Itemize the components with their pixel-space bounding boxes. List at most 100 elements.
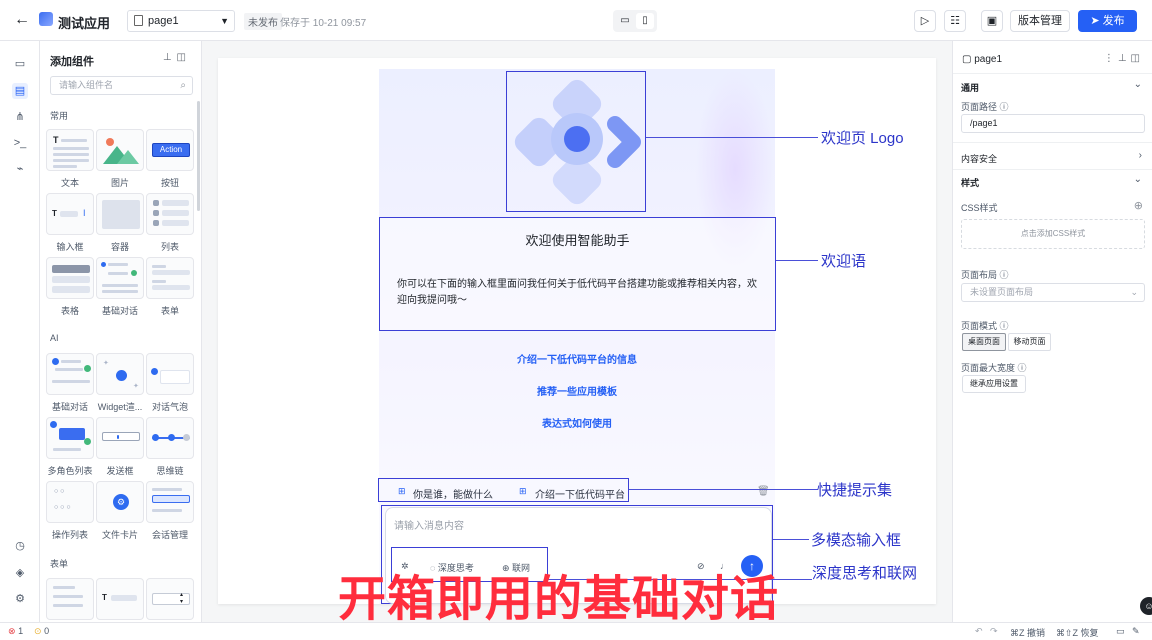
save-icon[interactable]: ▣ [981, 10, 1003, 32]
saved-timestamp: 保存于 10-21 09:57 [280, 18, 367, 29]
suggestion-2[interactable]: 推荐一些应用模板 [379, 383, 775, 398]
component-form[interactable]: 表单 [146, 257, 194, 317]
status-bar: ⊗ 1 ⊙ 0 ↶ ↷ ⌘Z 撤销 ⌘⇧Z 恢复 ▭ ✎ [0, 622, 1152, 640]
components-icon[interactable]: ▤ [12, 83, 28, 99]
page-path-input[interactable]: /page1 [961, 114, 1145, 133]
page-select-value: page1 [148, 15, 179, 27]
back-arrow-icon[interactable]: ← [10, 9, 34, 33]
undo-icon[interactable]: ↶ [975, 626, 983, 637]
callout-line-input [773, 539, 809, 540]
collapse-icon[interactable]: ◫ [1131, 53, 1144, 64]
terminal-icon[interactable]: >_ [12, 135, 28, 151]
component-sender[interactable]: 发送框 [96, 417, 144, 477]
mode-desktop-button[interactable]: 桌面页面 [962, 333, 1006, 351]
suggestion-1[interactable]: 介绍一下低代码平台的信息 [379, 351, 775, 366]
chart-icon[interactable]: ⌁ [12, 161, 28, 177]
layers-icon[interactable]: ◈ [12, 565, 28, 581]
help-icon[interactable]: ⓘ [1000, 102, 1009, 112]
chevron-right-icon[interactable]: › [1139, 150, 1142, 161]
component-basic-chat[interactable]: 基础对话 [96, 257, 144, 317]
component-form-item-3[interactable]: ▴ ▾ [146, 578, 194, 620]
feedback-icon[interactable]: ✎ [1132, 626, 1140, 637]
max-width-label: 页面最大宽度 ⓘ [961, 363, 1027, 373]
redo-shortcut[interactable]: ⌘⇧Z 恢复 [1056, 626, 1099, 639]
publish-button[interactable]: ➤ 发布 [1078, 10, 1137, 32]
history-icon[interactable]: ◷ [12, 538, 28, 554]
quick-prompt-1[interactable]: 你是谁，能做什么 [413, 486, 493, 501]
settings-doc-icon[interactable]: ☷ [944, 10, 966, 32]
component-table[interactable]: 表格 [46, 257, 94, 317]
chevron-down-icon[interactable]: ⌄ [1134, 174, 1142, 185]
component-file-card[interactable]: ⚙ 文件卡片 [96, 481, 144, 541]
caret-down-icon: ▼ [220, 16, 229, 26]
welcome-message-frame[interactable]: 欢迎使用智能助手 你可以在下面的输入框里面问我任何关于低代码平台搭建功能或推荐相… [379, 217, 776, 331]
quick-prompt-2[interactable]: 介绍一下低代码平台 [535, 486, 625, 501]
section-general[interactable]: 通用 [961, 81, 979, 94]
welcome-logo-frame[interactable] [506, 71, 646, 212]
undo-shortcut[interactable]: ⌘Z 撤销 [1010, 626, 1045, 639]
action-thumb-label: Action [152, 143, 190, 157]
content-safety-item[interactable]: 内容安全 [961, 152, 997, 165]
component-action-list[interactable]: ○ ○ ○ ○ ○ 操作列表 [46, 481, 94, 541]
redo-icon[interactable]: ↷ [990, 626, 998, 637]
component-button[interactable]: Action 按钮 [146, 129, 194, 189]
component-ai-basic-chat[interactable]: 基础对话 [46, 353, 94, 413]
pin-icon[interactable]: ⊥ [1118, 53, 1131, 64]
component-image[interactable]: 图片 [96, 129, 144, 189]
component-conversations[interactable]: 会话管理 [146, 481, 194, 541]
grid-icon: ⊞ [398, 486, 406, 496]
help-icon[interactable]: ⓘ [1018, 363, 1027, 373]
callout-deep: 深度思考和联网 [812, 565, 918, 582]
pin-icon[interactable]: ⊥ [163, 52, 177, 63]
section-style[interactable]: 样式 [961, 176, 979, 189]
comment-icon[interactable]: ▭ [1116, 626, 1125, 637]
preview-play-icon[interactable]: ▷ [914, 10, 936, 32]
desktop-icon[interactable]: ▭ [616, 13, 634, 29]
component-container[interactable]: 容器 [96, 193, 144, 253]
component-multi-role-list[interactable]: 多角色列表 [46, 417, 94, 477]
gear-icon[interactable]: ⚙ [12, 591, 28, 607]
page-select[interactable]: page1 ▼ [127, 10, 235, 32]
component-search-input[interactable]: 请输入组件名 ⌕ [50, 76, 193, 95]
component-input[interactable]: T I 输入框 [46, 193, 94, 253]
component-thought-chain[interactable]: 思维链 [146, 417, 194, 477]
add-css-area[interactable]: 点击添加CSS样式 [961, 219, 1145, 249]
monitor-icon[interactable]: ▭ [12, 56, 28, 72]
callout-quick: 快捷提示集 [817, 482, 893, 499]
callout-line-logo [646, 137, 818, 138]
layout-label: 页面布局 ⓘ [961, 270, 1009, 280]
error-count[interactable]: ⊗ 1 [8, 626, 23, 637]
component-text[interactable]: T 文本 [46, 129, 94, 189]
collapse-icon[interactable]: ◫ [177, 52, 191, 63]
component-form-item-1[interactable] [46, 578, 94, 620]
welcome-text: 你可以在下面的输入框里面问我任何关于低代码平台搭建功能或推荐相关内容，欢迎向我提… [397, 279, 757, 306]
status-badge: 未发布 [244, 13, 282, 30]
component-form-item-2[interactable]: T [96, 578, 144, 620]
warning-count[interactable]: ⊙ 0 [34, 626, 49, 637]
help-icon[interactable]: ⓘ [1000, 321, 1009, 331]
chevron-down-icon[interactable]: ⌄ [1134, 79, 1142, 90]
properties-panel: ▢ page1 ⋮⊥◫ 通用 ⌄ 页面路径 ⓘ /page1 内容安全 › 样式… [952, 41, 1152, 622]
assistant-bubble-icon[interactable]: ☺ [1140, 597, 1152, 615]
mobile-icon[interactable]: ▯ [636, 13, 654, 29]
component-widget-render[interactable]: ✦ ✦ Widget渲... [96, 353, 144, 413]
version-management-button[interactable]: 版本管理 [1010, 10, 1070, 32]
error-icon: ⊗ [8, 626, 16, 636]
help-icon[interactable]: ⓘ [1000, 270, 1009, 280]
component-chat-bubble[interactable]: 对话气泡 [146, 353, 194, 413]
component-list[interactable]: 列表 [146, 193, 194, 253]
grid-icon: ⊞ [519, 486, 527, 496]
top-bar: ← 测试应用 page1 ▼ 未发布 保存于 10-21 09:57 ▭ ▯ ▷… [0, 0, 1152, 41]
trash-icon[interactable]: 🗑 [757, 486, 770, 497]
tree-icon[interactable]: ⋔ [12, 109, 28, 125]
search-placeholder: 请输入组件名 [59, 80, 114, 90]
layout-select[interactable]: 未设置页面布局 ⌄ [961, 283, 1145, 302]
welcome-title: 欢迎使用智能助手 [525, 233, 630, 248]
mode-mobile-button[interactable]: 移动页面 [1008, 333, 1051, 351]
suggestion-3[interactable]: 表达式如何使用 [379, 415, 775, 430]
message-input-placeholder: 请输入消息内容 [394, 521, 464, 532]
inherit-app-settings-button[interactable]: 继承应用设置 [962, 375, 1026, 393]
panel-scrollbar[interactable] [197, 101, 200, 211]
more-icon[interactable]: ⋮ [1104, 53, 1118, 64]
add-css-icon[interactable]: ⊕ [1134, 199, 1143, 212]
